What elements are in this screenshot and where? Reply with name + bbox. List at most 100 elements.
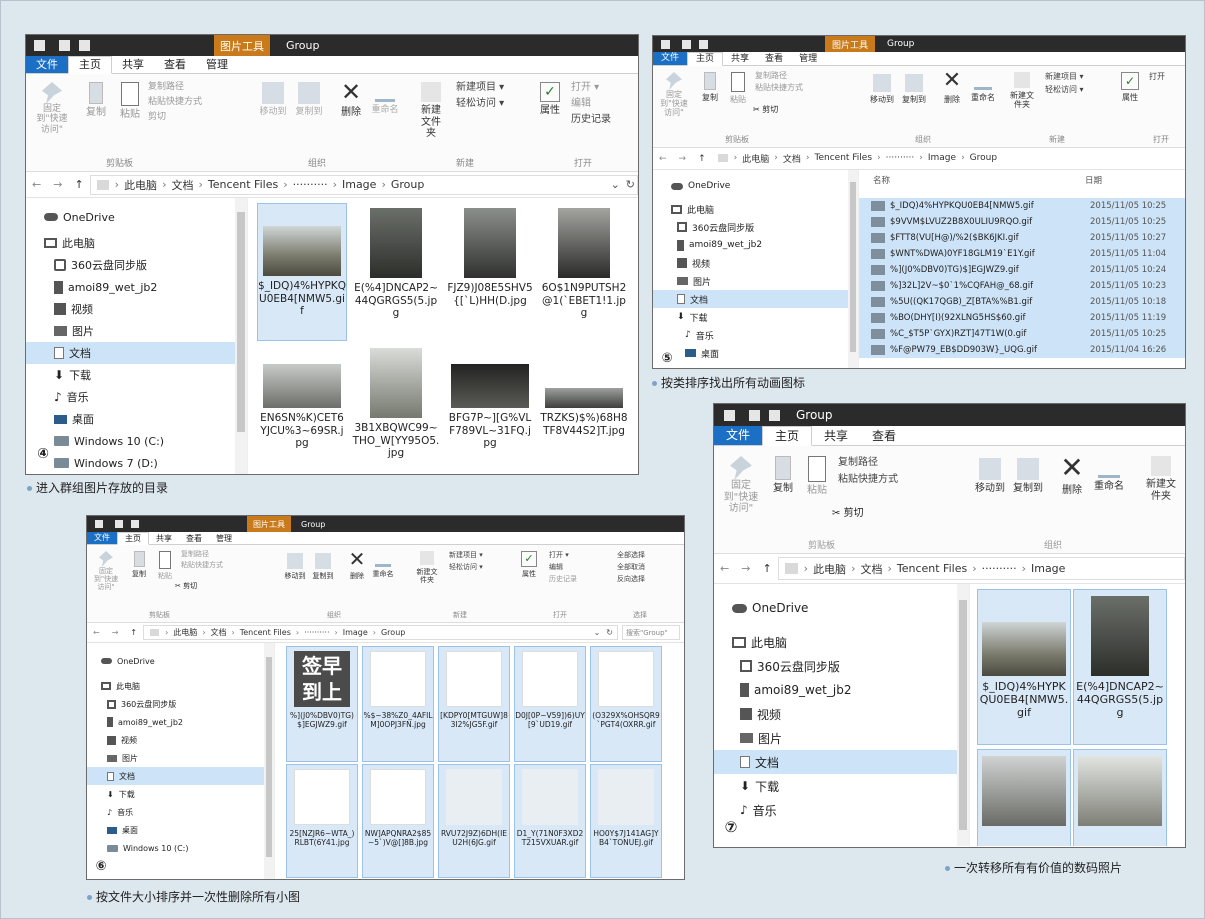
edit-button[interactable]: 编辑 bbox=[549, 561, 577, 573]
sidebar-item-videos[interactable]: 视频 bbox=[714, 702, 969, 726]
list-row[interactable]: %C_$T5P`GYX)RZT]47T1W(0.gif 2015/11/05 10… bbox=[859, 326, 1185, 342]
sidebar-item-phone[interactable]: amoi89_wet_jb2 bbox=[87, 713, 274, 731]
crumb-this-pc[interactable]: 此电脑 bbox=[124, 177, 157, 193]
sidebar-scrollbar[interactable] bbox=[264, 643, 274, 879]
file-tile[interactable]: 3B1XBQWC99~THO_W[YY95O5.jpg bbox=[352, 344, 440, 474]
file-tile[interactable]: (O329X%OHSQR9`PGT4(OXRR.gif bbox=[590, 646, 662, 762]
sidebar-item-music[interactable]: ♪ 音乐 bbox=[653, 326, 858, 344]
breadcrumb[interactable]: › 此电脑 › 文档 › Tencent Files › ·········· › Ima… bbox=[712, 150, 1185, 167]
move-to-button[interactable]: 移动到 bbox=[867, 74, 897, 104]
new-folder-button[interactable]: 新建文件夹 bbox=[414, 82, 448, 140]
copy-to-button[interactable]: 复制到 bbox=[309, 553, 337, 580]
list-row[interactable]: %](J0%DBV0)TG)$]EGJWZ9.gif 2015/11/05 10:… bbox=[859, 262, 1185, 278]
pin-quick-access-button[interactable]: 固定到"快速访问" bbox=[32, 82, 72, 135]
sidebar-item-onedrive[interactable]: OneDrive bbox=[26, 206, 247, 228]
rename-button[interactable]: 重命名 bbox=[371, 551, 395, 578]
sidebar-item-this-pc[interactable]: 此电脑 bbox=[87, 677, 274, 695]
file-tile[interactable]: FJZ9)J08E5SHV5{[`L)HH(D.jpg bbox=[446, 204, 534, 340]
sidebar-scrollbar[interactable] bbox=[848, 170, 858, 368]
paste-shortcut-button[interactable]: 粘贴快捷方式 bbox=[838, 471, 898, 488]
list-row[interactable]: %F@PW79_EB$DD903W}_UQG.gif 2015/11/04 16:… bbox=[859, 342, 1185, 358]
sidebar-item-desktop[interactable]: 桌面 bbox=[653, 344, 858, 362]
file-tile[interactable]: [KDPY0[MTGUW]83I2%JG5F.gif bbox=[438, 646, 510, 762]
tab-view[interactable]: 查看 bbox=[757, 53, 791, 65]
open-button[interactable]: 打开 ▾ bbox=[571, 80, 611, 96]
dropdown-chevron-icon[interactable]: ⌄ bbox=[594, 628, 601, 637]
tab-share[interactable]: 共享 bbox=[112, 57, 154, 73]
sidebar-item-phone[interactable]: amoi89_wet_jb2 bbox=[26, 276, 247, 298]
crumb-tencent-files[interactable]: Tencent Files bbox=[897, 562, 967, 575]
select-none-button[interactable]: 全部取消 bbox=[617, 561, 645, 573]
sidebar-scrollbar[interactable] bbox=[235, 198, 247, 474]
easy-access-button[interactable]: 轻松访问 ▾ bbox=[449, 561, 483, 573]
sidebar-item-phone[interactable]: amoi89_wet_jb2 bbox=[714, 678, 969, 702]
sidebar-item-videos[interactable]: 视频 bbox=[653, 254, 858, 272]
cut-button[interactable]: ✂ 剪切 bbox=[175, 581, 197, 591]
crumb-obscured[interactable]: ·········· bbox=[304, 628, 329, 637]
crumb-image[interactable]: Image bbox=[928, 153, 956, 163]
breadcrumb[interactable]: › 此电脑 › 文档 › Tencent Files › ·········· › Ima… bbox=[777, 556, 1185, 581]
crumb-image[interactable]: Image bbox=[1031, 562, 1065, 575]
folder-icon[interactable] bbox=[79, 40, 90, 51]
crumb-documents[interactable]: 文档 bbox=[171, 177, 193, 193]
picture-tools-tab[interactable]: 图片工具 bbox=[214, 35, 270, 56]
file-tile[interactable]: %$~38%Z0_4AFILM]0OPJ3FN.jpg bbox=[362, 646, 434, 762]
rename-button[interactable]: 重命名 bbox=[969, 72, 997, 102]
sidebar-item-drive-d[interactable]: Windows 7 (D:) bbox=[26, 452, 247, 474]
copy-to-button[interactable]: 复制到 bbox=[899, 74, 929, 104]
sidebar-item-desktop[interactable]: 桌面 bbox=[87, 821, 274, 839]
easy-access-button[interactable]: 轻松访问 ▾ bbox=[1045, 83, 1084, 96]
picture-tools-tab[interactable]: 图片工具 bbox=[825, 36, 875, 52]
sidebar-item-pictures[interactable]: 图片 bbox=[87, 749, 274, 767]
copy-button[interactable]: 复制 bbox=[770, 456, 796, 495]
move-to-button[interactable]: 移动到 bbox=[972, 458, 1008, 495]
sidebar-item-360-sync[interactable]: 360云盘同步版 bbox=[714, 654, 969, 678]
crumb-documents[interactable]: 文档 bbox=[211, 627, 227, 638]
sidebar-item-desktop[interactable]: 桌面 bbox=[26, 408, 247, 430]
paste-shortcut-button[interactable]: 粘贴快捷方式 bbox=[755, 82, 803, 94]
tab-home[interactable]: 主页 bbox=[68, 56, 112, 74]
properties-button[interactable]: ✓ 属性 bbox=[517, 551, 541, 578]
paste-shortcut-button[interactable]: 粘贴快捷方式 bbox=[181, 560, 223, 571]
sidebar-item-this-pc[interactable]: 此电脑 bbox=[26, 232, 247, 254]
new-folder-button[interactable]: 新建文件夹 bbox=[1007, 72, 1037, 109]
tab-home[interactable]: 主页 bbox=[687, 52, 724, 66]
sidebar-item-pictures[interactable]: 图片 bbox=[26, 320, 247, 342]
sidebar-item-videos[interactable]: 视频 bbox=[26, 298, 247, 320]
sidebar-item-documents[interactable]: 文档 bbox=[87, 767, 274, 785]
history-button[interactable]: 历史记录 bbox=[549, 573, 577, 585]
rename-button[interactable]: 重命名 bbox=[1092, 456, 1126, 493]
new-folder-button[interactable]: 新建文件夹 bbox=[413, 551, 441, 584]
properties-button[interactable]: ✓ 属性 bbox=[1117, 72, 1143, 102]
checkbox-icon[interactable] bbox=[749, 409, 760, 421]
file-tile[interactable]: D1_Y(71N0F3XD2T215VXUAR.gif bbox=[514, 764, 586, 878]
list-row[interactable]: %BO(DHY[I)(92XLNG5HS$60.gif 2015/11/05 11… bbox=[859, 310, 1185, 326]
list-row[interactable]: $FTT8(VU[H@)/%2($BK6JKI.gif 2015/11/05 10… bbox=[859, 230, 1185, 246]
tab-share[interactable]: 共享 bbox=[723, 53, 757, 65]
sidebar-item-drive-c[interactable]: Windows 10 (C:) bbox=[26, 430, 247, 452]
new-item-button[interactable]: 新建项目 ▾ bbox=[1045, 70, 1084, 83]
copy-to-button[interactable]: 复制到 bbox=[1010, 458, 1046, 495]
folder-icon[interactable] bbox=[131, 520, 139, 528]
edit-button[interactable]: 编辑 bbox=[571, 96, 611, 112]
file-tile[interactable]: 6O$1N9PUTSH2@1(`EBET1!1.jpg bbox=[540, 204, 628, 340]
file-tile[interactable] bbox=[977, 749, 1071, 846]
checkbox-icon[interactable] bbox=[682, 39, 691, 49]
forward-arrow-icon[interactable]: → bbox=[741, 562, 750, 575]
file-tile[interactable]: NW]APQNRA2$85~5`)V@[]8B.jpg bbox=[362, 764, 434, 878]
back-arrow-icon[interactable]: ← bbox=[720, 562, 729, 575]
file-tile[interactable]: 25[NZJR6~WTA_)RLBT(6Y41.jpg bbox=[286, 764, 358, 878]
file-tile[interactable]: BFG7P~][G%VLF789VL~31FQ.jpg bbox=[446, 344, 534, 474]
crumb-group[interactable]: Group bbox=[970, 153, 997, 163]
copy-button[interactable]: 复制 bbox=[129, 551, 149, 578]
paste-shortcut-button[interactable]: 粘贴快捷方式 bbox=[148, 95, 202, 110]
sidebar-item-documents[interactable]: 文档 bbox=[26, 342, 247, 364]
file-tile[interactable]: RVU72J9Z)6DH(IEU2H(6JG.gif bbox=[438, 764, 510, 878]
crumb-tencent-files[interactable]: Tencent Files bbox=[208, 178, 278, 191]
up-arrow-icon[interactable]: ↑ bbox=[698, 154, 706, 164]
list-row[interactable]: $WNT%DWA)0YF18GLM19`E1Y.gif 2015/11/05 11… bbox=[859, 246, 1185, 262]
sidebar-item-onedrive[interactable]: OneDrive bbox=[653, 176, 858, 196]
copy-path-button[interactable]: 复制路径 bbox=[755, 70, 803, 82]
sidebar-item-onedrive[interactable]: OneDrive bbox=[87, 651, 274, 671]
delete-button[interactable]: ✕ 删除 bbox=[347, 549, 367, 580]
